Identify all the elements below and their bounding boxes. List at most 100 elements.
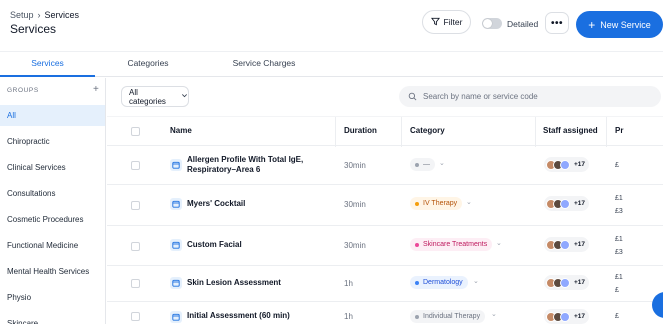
chevron-down-icon[interactable]: ⌄ [466, 198, 472, 206]
staff-more-count: +17 [574, 200, 586, 207]
chevron-down-icon [181, 92, 188, 101]
group-item-functional-medicine[interactable]: Functional Medicine [0, 235, 105, 256]
group-item-consultations[interactable]: Consultations [0, 183, 105, 204]
table-row[interactable]: Custom Facial 30min Skincare Treatments … [107, 226, 663, 266]
category-badge[interactable]: Skincare Treatments [410, 238, 493, 251]
category-badge[interactable]: — [410, 158, 435, 171]
column-price[interactable]: Pr [615, 126, 623, 135]
group-item-clinical-services[interactable]: Clinical Services [0, 157, 105, 178]
avatar [560, 198, 570, 209]
service-price: £1 [615, 274, 623, 281]
group-item-physio[interactable]: Physio [0, 287, 105, 308]
filter-icon [430, 17, 440, 28]
service-price-secondary: £ [615, 287, 619, 294]
groups-heading: GROUPS [7, 87, 39, 94]
avatar [560, 277, 570, 288]
search-icon [408, 88, 417, 106]
column-staff-assigned[interactable]: Staff assigned [543, 126, 598, 135]
row-checkbox[interactable] [131, 312, 140, 321]
tab-service-charges[interactable]: Service Charges [228, 52, 300, 77]
column-duration[interactable]: Duration [344, 126, 377, 135]
row-checkbox[interactable] [131, 242, 140, 251]
add-group-icon[interactable]: + [93, 84, 99, 95]
search-box [399, 86, 661, 107]
breadcrumb-separator-icon: › [37, 10, 41, 20]
staff-avatars[interactable]: +17 [544, 196, 590, 211]
service-duration: 30min [344, 161, 366, 170]
service-name[interactable]: Myers' Cocktail [187, 199, 327, 209]
category-label: Skincare Treatments [423, 241, 488, 248]
category-dot [415, 314, 419, 319]
filter-button[interactable]: Filter [422, 10, 471, 34]
tab-services[interactable]: Services [0, 52, 95, 77]
group-item-mental-health[interactable]: Mental Health Services [0, 261, 105, 282]
column-name[interactable]: Name [170, 126, 192, 135]
service-duration: 30min [344, 241, 366, 250]
category-badge[interactable]: Dermatology [410, 276, 468, 289]
column-category[interactable]: Category [410, 126, 445, 135]
category-label: — [423, 161, 430, 168]
category-label: Individual Therapy [423, 313, 481, 320]
new-service-button[interactable]: + New Service [576, 11, 663, 38]
page-header: Setup › Services Services Filter Detaile… [0, 0, 663, 52]
staff-avatars[interactable]: +17 [544, 157, 590, 172]
category-label: IV Therapy [423, 200, 458, 207]
new-service-label: New Service [600, 19, 651, 30]
category-dot [415, 162, 419, 167]
category-dot [415, 201, 419, 206]
breadcrumb-setup[interactable]: Setup [10, 10, 34, 20]
staff-avatars[interactable]: +17 [544, 275, 590, 290]
service-price: £ [615, 162, 619, 169]
service-price: £1 [615, 195, 623, 202]
calendar-icon [170, 198, 182, 210]
breadcrumb: Setup › Services [10, 10, 79, 20]
service-name[interactable]: Initial Assessment (60 min) [187, 311, 327, 321]
staff-avatars[interactable]: +17 [544, 237, 590, 252]
service-name[interactable]: Allergen Profile With Total IgE, Respira… [187, 155, 327, 175]
category-badge[interactable]: Individual Therapy [410, 310, 486, 323]
column-divider [535, 117, 536, 147]
calendar-icon [170, 239, 182, 251]
group-item-skincare[interactable]: Skincare [0, 313, 105, 324]
category-badge[interactable]: IV Therapy [410, 197, 463, 210]
chevron-down-icon[interactable]: ⌄ [496, 239, 502, 247]
service-price: £1 [615, 236, 623, 243]
table-row[interactable]: Skin Lesion Assessment 1h Dermatology ⌄ … [107, 266, 663, 302]
detailed-toggle-label: Detailed [507, 19, 539, 29]
category-label: Dermatology [423, 279, 463, 286]
category-dot [415, 242, 419, 247]
more-options-button[interactable]: ••• [545, 12, 569, 34]
row-checkbox[interactable] [131, 161, 140, 170]
service-price: £ [615, 313, 619, 320]
staff-more-count: +17 [574, 313, 586, 320]
category-filter-dropdown[interactable]: All categories [121, 86, 189, 107]
staff-more-count: +17 [574, 241, 586, 248]
table-header: Name Duration Category Staff assigned Pr [107, 116, 663, 147]
group-item-chiropractic[interactable]: Chiropractic [0, 131, 105, 152]
category-dot [415, 280, 419, 285]
row-checkbox[interactable] [131, 279, 140, 288]
table-row[interactable]: Myers' Cocktail 30min IV Therapy ⌄ +17 £… [107, 185, 663, 226]
search-input[interactable] [423, 92, 643, 101]
table-row[interactable]: Initial Assessment (60 min) 1h Individua… [107, 302, 663, 324]
staff-avatars[interactable]: +17 [544, 309, 590, 324]
service-duration: 30min [344, 200, 366, 209]
detailed-toggle[interactable] [482, 18, 502, 29]
chevron-down-icon[interactable]: ⌄ [491, 310, 497, 318]
chevron-down-icon[interactable]: ⌄ [473, 277, 479, 285]
service-name[interactable]: Custom Facial [187, 240, 327, 250]
service-name[interactable]: Skin Lesion Assessment [187, 278, 327, 288]
group-item-all[interactable]: All [0, 105, 105, 126]
calendar-icon [170, 159, 182, 171]
ellipsis-icon: ••• [550, 17, 563, 29]
select-all-checkbox[interactable] [131, 127, 140, 136]
chevron-down-icon[interactable]: ⌄ [439, 159, 445, 167]
plus-icon: + [588, 17, 596, 32]
page-title: Services [10, 22, 57, 36]
row-checkbox[interactable] [131, 201, 140, 210]
table-row[interactable]: Allergen Profile With Total IgE, Respira… [107, 147, 663, 185]
service-duration: 1h [344, 312, 353, 321]
group-item-cosmetic-procedures[interactable]: Cosmetic Procedures [0, 209, 105, 230]
filter-label: Filter [443, 17, 463, 27]
tab-categories[interactable]: Categories [118, 52, 178, 77]
